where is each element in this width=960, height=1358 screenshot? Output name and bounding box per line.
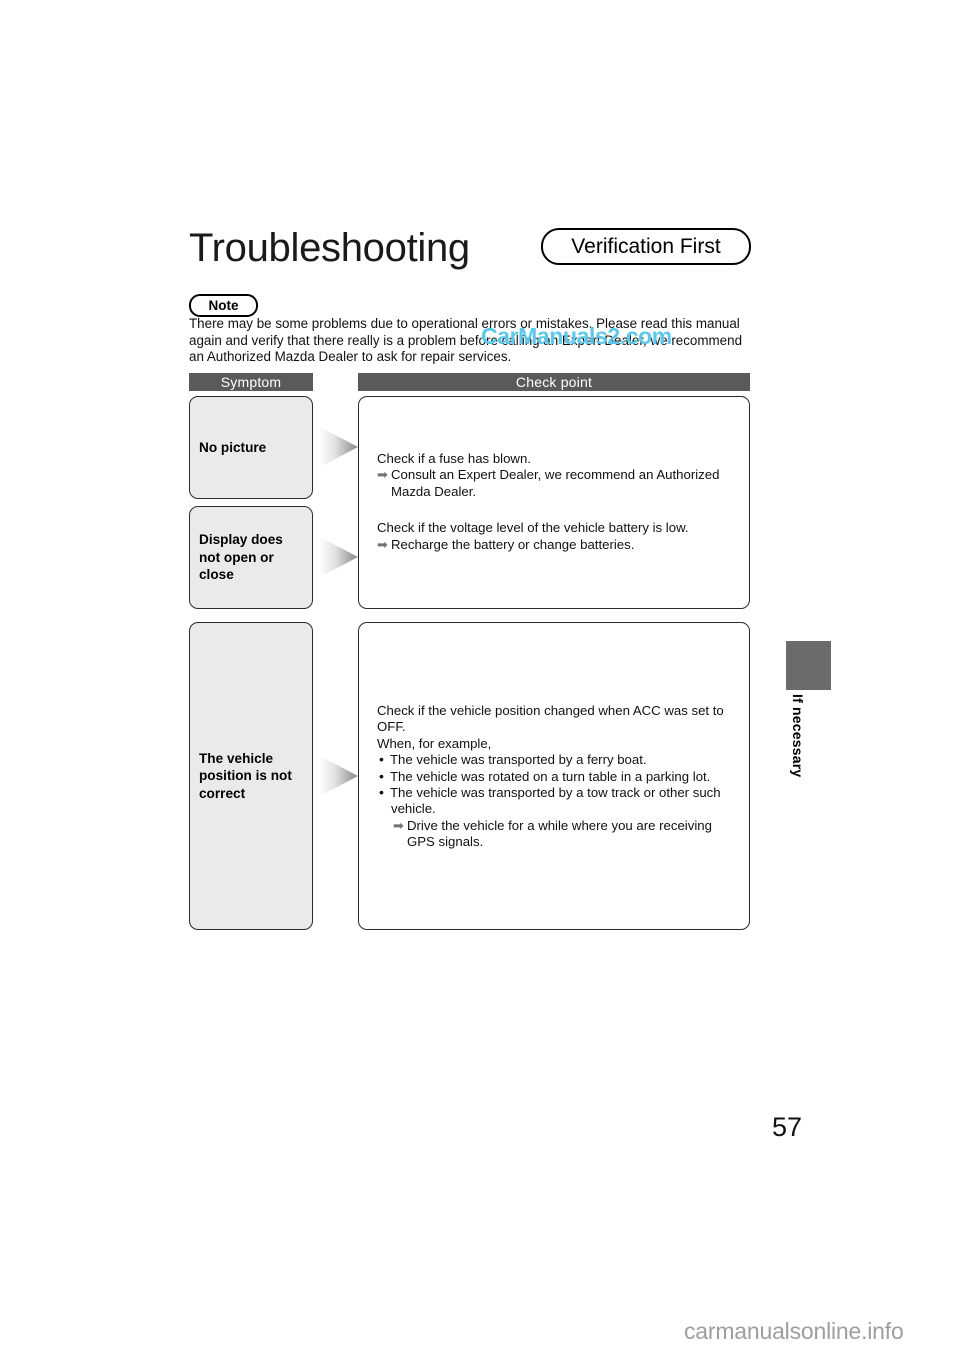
checkpoint-line: Check if the vehicle position changed wh… — [377, 703, 724, 718]
symptom-line-3: close — [199, 567, 234, 583]
symptom-box-no-picture: No picture — [189, 396, 313, 499]
intro-line-1: There may be some problems due to operat… — [189, 316, 740, 331]
right-arrow-icon: ➡ — [393, 817, 404, 833]
symptom-box-display-does-not-open: Display does not open or close — [189, 506, 313, 609]
checkpoint-content: Check if a fuse has blown. ➡ Consult an E… — [377, 451, 743, 553]
checkpoint-box-2: Check if the vehicle position changed wh… — [358, 622, 750, 930]
checkpoint-action-line: ➡ Consult an Expert Dealer, we recommend … — [377, 467, 743, 483]
checkpoint-action-continuation: Mazda Dealer. — [391, 483, 477, 499]
title-row: Troubleshooting Verification First — [189, 222, 751, 278]
symptom-label: The vehicle position is not correct — [199, 750, 292, 803]
side-tab-label: If necessary — [790, 694, 806, 778]
symptom-box-vehicle-position-not-correct: The vehicle position is not correct — [189, 622, 313, 930]
page-number: 57 — [772, 1112, 803, 1142]
side-tab-block — [786, 641, 831, 690]
intro-line-3: an Authorized Mazda Dealer to ask for re… — [189, 349, 512, 365]
checkpoint-content: Check if the vehicle position changed wh… — [377, 703, 743, 851]
right-arrow-icon: ➡ — [377, 536, 388, 552]
checkpoint-box-1: Check if a fuse has blown. ➡ Consult an E… — [358, 396, 750, 609]
manual-page: Troubleshooting Verification First Note … — [0, 0, 960, 1358]
checkpoint-bullet-continuation: vehicle. — [391, 801, 436, 817]
bullet-icon: • — [379, 767, 384, 784]
symptom-line-1: Display does — [199, 532, 283, 548]
column-header-symptom: Symptom — [189, 373, 313, 391]
checkpoint-paragraph: Check if a fuse has blown. ➡ Consult an E… — [377, 451, 743, 500]
checkpoint-paragraph: Check if the voltage level of the vehicl… — [377, 520, 743, 553]
bullet-icon: • — [379, 751, 384, 768]
flow-arrow-icon — [320, 427, 358, 467]
right-arrow-icon: ➡ — [377, 467, 388, 483]
checkpoint-line: When, for example, — [377, 735, 492, 751]
intro-paragraph: There may be some problems due to operat… — [189, 316, 751, 366]
symptom-line-1: The vehicle — [199, 750, 274, 766]
checkpoint-bullet-item: • The vehicle was rotated on a turn table… — [377, 767, 743, 785]
checkpoint-line: OFF. — [377, 719, 406, 735]
checkpoint-action-line: ➡ Recharge the battery or change batterie… — [377, 537, 743, 553]
watermark-carmanualsonline: carmanualsonline.info — [684, 1318, 904, 1344]
symptom-line-2: not open or — [199, 549, 274, 565]
flow-arrow-icon — [320, 537, 358, 577]
symptom-line-2: position is not — [199, 768, 292, 784]
checkpoint-action-text: Recharge the battery or change batteries… — [391, 536, 635, 552]
symptom-line-3: correct — [199, 785, 246, 801]
checkpoint-bullet-item: • The vehicle was transported by a tow tr… — [377, 784, 743, 801]
checkpoint-action-text: Drive the vehicle for a while where you … — [407, 817, 712, 833]
checkpoint-bullet-item: • The vehicle was transported by a ferry … — [377, 751, 743, 768]
note-badge: Note — [189, 294, 258, 317]
checkpoint-bullet-text: The vehicle was rotated on a turn table … — [390, 768, 711, 784]
page-title: Troubleshooting — [189, 226, 470, 270]
checkpoint-bullet-text: The vehicle was transported by a tow tra… — [390, 785, 721, 801]
checkpoint-line: Check if the voltage level of the vehicl… — [377, 520, 689, 536]
checkpoint-bullet-text: The vehicle was transported by a ferry b… — [390, 752, 647, 768]
bullet-icon: • — [379, 784, 384, 801]
symptom-label: No picture — [199, 439, 267, 455]
intro-line-2: again and verify that there really is a … — [189, 332, 743, 348]
flow-arrow-icon — [320, 756, 358, 796]
checkpoint-action-line: ➡ Drive the vehicle for a while where you… — [377, 818, 743, 834]
checkpoint-action-continuation: GPS signals. — [407, 834, 484, 850]
checkpoint-line: Check if a fuse has blown. — [377, 451, 531, 466]
column-header-checkpoint: Check point — [358, 373, 750, 391]
symptom-label: Display does not open or close — [199, 531, 283, 584]
verification-first-badge: Verification First — [541, 228, 751, 265]
checkpoint-action-text: Consult an Expert Dealer, we recommend a… — [391, 467, 720, 483]
